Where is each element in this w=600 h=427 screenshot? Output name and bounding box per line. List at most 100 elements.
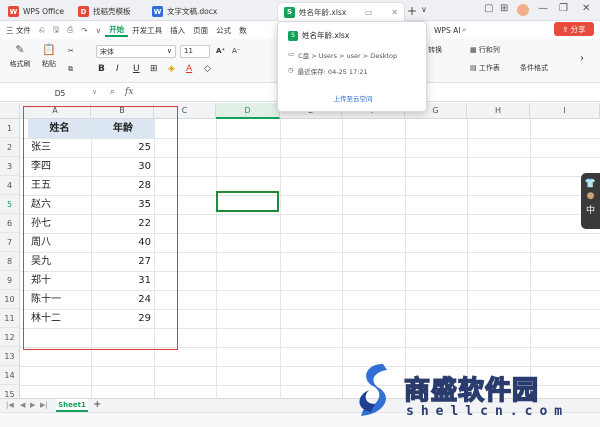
row-header[interactable]: 14 xyxy=(0,366,20,385)
col-header-i[interactable]: I xyxy=(530,103,600,119)
tab-developer[interactable]: 开发工具 xyxy=(128,25,166,36)
watermark-title: 商盛软件园 xyxy=(403,375,540,407)
share-icon: ⇪ xyxy=(562,24,569,34)
font-name-value: 宋体 xyxy=(100,48,114,56)
add-sheet-button[interactable]: + xyxy=(93,399,101,410)
tab-formula[interactable]: 公式 xyxy=(212,25,235,36)
window-icon[interactable]: ▢ xyxy=(484,3,493,14)
row-header[interactable]: 15 xyxy=(0,385,20,398)
tab-wps-office[interactable]: W WPS Office xyxy=(2,2,70,21)
convert-label: 转换 xyxy=(428,46,443,54)
spreadsheet-icon: S xyxy=(288,30,298,41)
side-widget[interactable]: 👕 ● 中 xyxy=(581,173,600,229)
title-bar: W WPS Office D 找稻壳模板 W 文字文稿.docx S 姓名年龄.… xyxy=(0,0,600,21)
row-header[interactable]: 2 xyxy=(0,138,20,157)
search-icon[interactable]: ⌕ xyxy=(458,25,470,35)
popup-file-name: S 姓名年龄.xlsx xyxy=(288,30,349,41)
row-header[interactable]: 4 xyxy=(0,176,20,195)
sheet-tab-sheet1[interactable]: Sheet1 xyxy=(56,399,88,412)
worksheet-button[interactable]: ▤ 工作表 xyxy=(470,63,500,73)
clear-format-icon[interactable]: ◇ xyxy=(204,64,211,74)
chevron-down-icon: ∨ xyxy=(166,47,172,55)
row-header[interactable]: 7 xyxy=(0,233,20,252)
share-button[interactable]: ⇪ 分享 xyxy=(554,22,594,36)
share-label: 分享 xyxy=(570,24,586,34)
close-window-icon[interactable]: ✕ xyxy=(582,3,590,14)
border-icon[interactable]: ⊞ xyxy=(150,64,158,74)
row-header[interactable]: 12 xyxy=(0,328,20,347)
row-header[interactable]: 8 xyxy=(0,252,20,271)
format-painter-button[interactable]: ✎ 格式刷 xyxy=(8,43,32,69)
upload-cloud-link[interactable]: 上传至云空间 xyxy=(278,93,428,103)
cut-icon[interactable]: ✂ xyxy=(68,47,74,55)
docer-icon: D xyxy=(78,6,89,17)
font-size-value: 11 xyxy=(184,47,193,55)
name-box[interactable]: D5 xyxy=(30,87,90,100)
grid-view-icon[interactable]: ⊞ xyxy=(500,3,508,14)
row-header[interactable]: 11 xyxy=(0,309,20,328)
tab-home[interactable]: 开始 xyxy=(105,24,129,37)
monitor-icon[interactable]: ▭ xyxy=(365,8,373,17)
row-col-button[interactable]: ▦ 行和列 xyxy=(470,45,500,55)
chevron-right-icon[interactable]: › xyxy=(580,53,584,64)
chevron-down-icon[interactable]: ∨ xyxy=(92,88,97,96)
bold-icon[interactable]: B xyxy=(98,64,105,74)
row-header[interactable]: 6 xyxy=(0,214,20,233)
zoom-icon[interactable]: ⌕ xyxy=(110,87,115,97)
italic-icon[interactable]: I xyxy=(116,64,119,74)
shrink-font-icon[interactable]: A⁻ xyxy=(232,47,240,55)
function-icon[interactable]: fx xyxy=(125,87,133,97)
next-sheet-icon[interactable]: ▶ xyxy=(30,401,35,409)
fill-color-icon[interactable]: ◈ xyxy=(168,64,175,74)
font-name-select[interactable]: 宋体 ∨ xyxy=(96,45,176,58)
grow-font-icon[interactable]: A⁺ xyxy=(216,47,225,55)
paste-label: 粘贴 xyxy=(42,60,56,68)
tab-template[interactable]: D 找稻壳模板 xyxy=(72,2,144,21)
font-color-icon[interactable]: A xyxy=(186,64,192,74)
row-header[interactable]: 10 xyxy=(0,290,20,309)
save-icon[interactable]: 🖫 xyxy=(49,24,63,37)
row-header[interactable]: 1 xyxy=(0,119,20,138)
tab-xlsx[interactable]: S 姓名年龄.xlsx ▭ ✕ xyxy=(277,2,405,21)
tab-label: 找稻壳模板 xyxy=(93,7,131,16)
new-tab-icon[interactable]: + xyxy=(407,4,417,18)
tab-data[interactable]: 数 xyxy=(235,25,251,36)
redo-icon[interactable]: ↷ xyxy=(77,26,91,35)
drive-icon: ▭ xyxy=(288,50,295,58)
print-icon[interactable]: ⎙ xyxy=(63,25,77,35)
copy-icon[interactable]: ⧉ xyxy=(68,65,73,74)
wps-logo-icon: W xyxy=(8,6,19,17)
last-sheet-icon[interactable]: ▶| xyxy=(40,401,48,409)
minimize-icon[interactable]: — xyxy=(538,3,548,14)
close-tab-icon[interactable]: ✕ xyxy=(391,8,398,17)
tab-page[interactable]: 页面 xyxy=(189,25,212,36)
col-header-h[interactable]: H xyxy=(467,103,530,119)
underline-icon[interactable]: U xyxy=(133,64,140,74)
row-header[interactable]: 3 xyxy=(0,157,20,176)
select-all-corner[interactable] xyxy=(0,103,20,119)
tab-insert[interactable]: 插入 xyxy=(166,25,189,36)
tab-docx[interactable]: W 文字文稿.docx xyxy=(146,2,274,21)
row-col-icon: ▦ xyxy=(470,46,477,54)
font-size-select[interactable]: 11 xyxy=(180,45,210,58)
more-icon[interactable]: ∨ xyxy=(92,26,106,35)
cond-format-button[interactable]: 条件格式 xyxy=(520,63,548,73)
prev-sheet-icon[interactable]: ◀ xyxy=(20,401,25,409)
spreadsheet-grid[interactable]: A B C D E F G H I 1 2 3 4 5 6 7 8 9 10 1… xyxy=(0,103,600,398)
row-header[interactable]: 5 xyxy=(0,195,20,214)
col-header-d[interactable]: D xyxy=(216,103,280,119)
spreadsheet-icon: S xyxy=(284,6,295,18)
first-sheet-icon[interactable]: |◀ xyxy=(6,401,14,409)
avatar[interactable] xyxy=(517,4,529,16)
file-menu[interactable]: 三 文件 xyxy=(0,25,35,36)
row-header[interactable]: 13 xyxy=(0,347,20,366)
selected-cell-d5[interactable] xyxy=(216,191,279,212)
undo-icon[interactable]: ⎌ xyxy=(35,25,49,35)
writer-icon: W xyxy=(152,6,163,17)
brush-icon: ✎ xyxy=(15,43,25,56)
row-header[interactable]: 9 xyxy=(0,271,20,290)
restore-icon[interactable]: ❐ xyxy=(559,3,568,14)
tab-list-icon[interactable]: ∨ xyxy=(421,5,427,14)
paste-button[interactable]: 📋 粘贴 xyxy=(38,43,60,69)
tab-label: 姓名年龄.xlsx xyxy=(299,7,347,17)
